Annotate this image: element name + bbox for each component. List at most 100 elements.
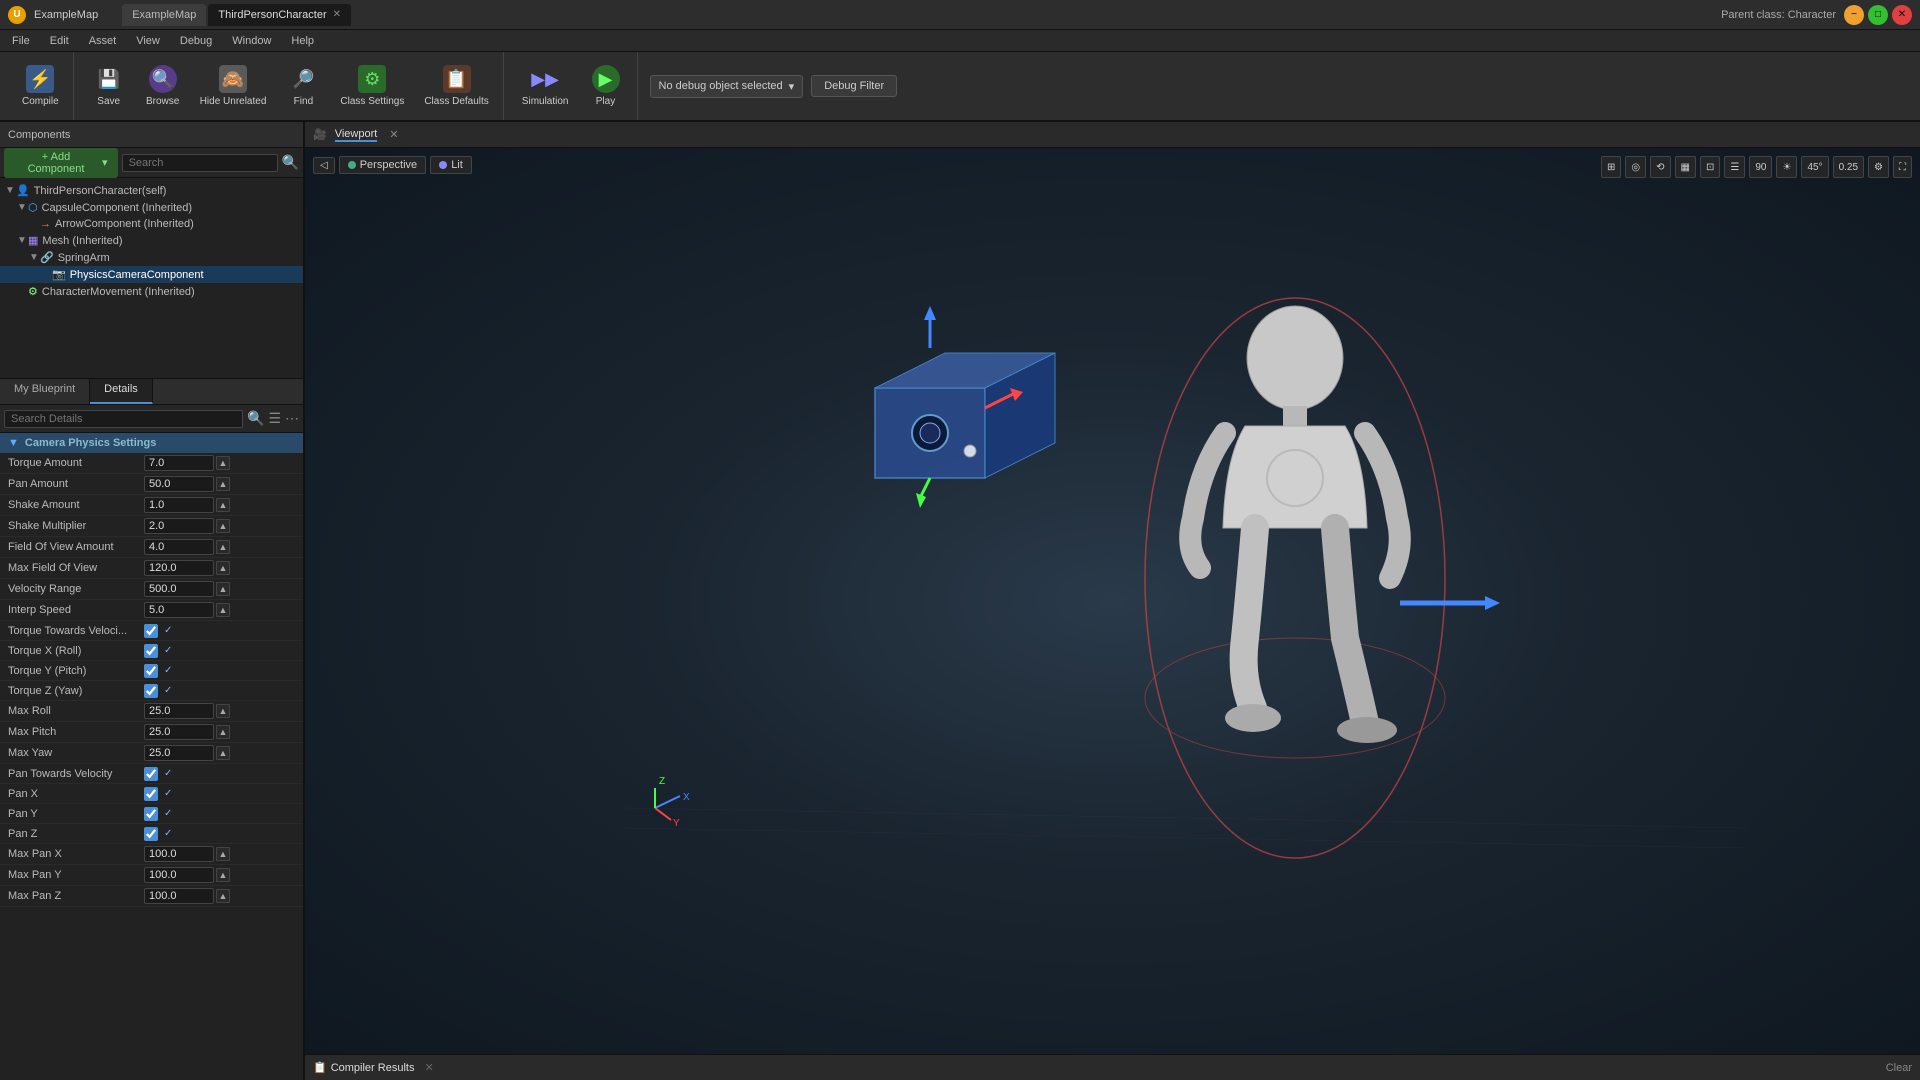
debug-filter-button[interactable]: Debug Filter bbox=[811, 75, 897, 97]
prop-checkbox-11[interactable] bbox=[144, 684, 158, 698]
prop-spin-up-20[interactable]: ▲ bbox=[216, 868, 230, 882]
prop-checkbox-15[interactable] bbox=[144, 767, 158, 781]
prop-row-max-pitch: Max Pitch▲ bbox=[0, 722, 303, 743]
tab-myblueprint[interactable]: My Blueprint bbox=[0, 379, 90, 404]
prop-input-7[interactable] bbox=[144, 602, 214, 618]
class-defaults-button[interactable]: 📋 Class Defaults bbox=[416, 61, 496, 111]
prop-spin-up-5[interactable]: ▲ bbox=[216, 561, 230, 575]
menu-asset[interactable]: Asset bbox=[81, 33, 125, 49]
play-button[interactable]: ▶ Play bbox=[581, 61, 631, 111]
prop-spin-up-13[interactable]: ▲ bbox=[216, 725, 230, 739]
prop-input-2[interactable] bbox=[144, 497, 214, 513]
compiler-close[interactable]: ✕ bbox=[424, 1061, 433, 1074]
component-search-icon[interactable]: 🔍 bbox=[282, 154, 299, 171]
close-button[interactable]: ✕ bbox=[1892, 5, 1912, 25]
prop-input-3[interactable] bbox=[144, 518, 214, 534]
prop-spin-up-2[interactable]: ▲ bbox=[216, 498, 230, 512]
prop-spin-up-12[interactable]: ▲ bbox=[216, 704, 230, 718]
details-search-icon-btn[interactable]: 🔍 bbox=[247, 410, 264, 427]
save-button[interactable]: 💾 Save bbox=[84, 61, 134, 111]
tree-movement-label: CharacterMovement (Inherited) bbox=[42, 286, 195, 298]
prop-row-pan-x: Pan X✓ bbox=[0, 784, 303, 804]
tree-capsule-label: CapsuleComponent (Inherited) bbox=[42, 202, 192, 214]
prop-input-14[interactable] bbox=[144, 745, 214, 761]
details-more-btn[interactable]: ⋯ bbox=[285, 410, 299, 427]
menu-window[interactable]: Window bbox=[224, 33, 279, 49]
tree-item-mesh[interactable]: ▼ ▦ Mesh (Inherited) bbox=[0, 232, 303, 249]
compiler-tab[interactable]: 📋 Compiler Results ✕ bbox=[313, 1061, 434, 1074]
clear-label[interactable]: Clear bbox=[1886, 1062, 1912, 1074]
minimize-button[interactable]: − bbox=[1844, 5, 1864, 25]
tree-item-capsule[interactable]: ▼ ⬡ CapsuleComponent (Inherited) bbox=[0, 199, 303, 216]
prop-spin-up-14[interactable]: ▲ bbox=[216, 746, 230, 760]
prop-input-12[interactable] bbox=[144, 703, 214, 719]
viewport-close-icon[interactable]: ✕ bbox=[389, 128, 398, 141]
save-icon: 💾 bbox=[95, 65, 123, 93]
prop-spin-up-7[interactable]: ▲ bbox=[216, 603, 230, 617]
right-panel: 🎥 Viewport ✕ ◁ Perspective Lit bbox=[305, 122, 1920, 1080]
maximize-button[interactable]: □ bbox=[1868, 5, 1888, 25]
component-search-input[interactable] bbox=[122, 154, 278, 172]
menu-file[interactable]: File bbox=[4, 33, 38, 49]
prop-spin-up-3[interactable]: ▲ bbox=[216, 519, 230, 533]
browse-button[interactable]: 🔍 Browse bbox=[138, 61, 188, 111]
prop-spin-up-0[interactable]: ▲ bbox=[216, 456, 230, 470]
tree-root-label: ThirdPersonCharacter(self) bbox=[34, 185, 167, 197]
prop-spin-up-19[interactable]: ▲ bbox=[216, 847, 230, 861]
tree-item-movement[interactable]: ⚙ CharacterMovement (Inherited) bbox=[0, 283, 303, 300]
prop-row-max-pan-y: Max Pan Y▲ bbox=[0, 865, 303, 886]
prop-checkbox-10[interactable] bbox=[144, 664, 158, 678]
add-component-button[interactable]: + Add Component ▾ bbox=[4, 148, 118, 178]
viewport-tab[interactable]: Viewport bbox=[335, 128, 378, 142]
tree-item-arrow[interactable]: → ArrowComponent (Inherited) bbox=[0, 216, 303, 232]
tab-thirdpersoncharacter[interactable]: ThirdPersonCharacter ✕ bbox=[208, 4, 351, 26]
camera-physics-section-header[interactable]: ▼ Camera Physics Settings bbox=[0, 433, 303, 453]
tab-examplemap[interactable]: ExampleMap bbox=[122, 4, 206, 26]
prop-spin-up-6[interactable]: ▲ bbox=[216, 582, 230, 596]
tab-details[interactable]: Details bbox=[90, 379, 153, 404]
details-search-input[interactable] bbox=[4, 410, 243, 428]
menu-view[interactable]: View bbox=[128, 33, 168, 49]
prop-input-6[interactable] bbox=[144, 581, 214, 597]
prop-input-4[interactable] bbox=[144, 539, 214, 555]
tree-item-root[interactable]: ▼ 👤 ThirdPersonCharacter(self) bbox=[0, 182, 303, 199]
prop-input-5[interactable] bbox=[144, 560, 214, 576]
prop-input-19[interactable] bbox=[144, 846, 214, 862]
prop-input-0[interactable] bbox=[144, 455, 214, 471]
prop-value: ▲ bbox=[144, 560, 299, 576]
prop-input-20[interactable] bbox=[144, 867, 214, 883]
prop-checkbox-9[interactable] bbox=[144, 644, 158, 658]
debug-dropdown[interactable]: No debug object selected ▾ bbox=[650, 75, 804, 98]
prop-spin-up-4[interactable]: ▲ bbox=[216, 540, 230, 554]
hide-unrelated-button[interactable]: 🙈 Hide Unrelated bbox=[192, 61, 275, 111]
compile-button[interactable]: ⚡ Compile bbox=[14, 61, 67, 111]
prop-spin-up-1[interactable]: ▲ bbox=[216, 477, 230, 491]
prop-input-13[interactable] bbox=[144, 724, 214, 740]
app-icon: U bbox=[8, 6, 26, 24]
tree-item-camera[interactable]: 📷 PhysicsCameraComponent bbox=[0, 266, 303, 283]
prop-row-pan-amount: Pan Amount▲ bbox=[0, 474, 303, 495]
prop-checkbox-18[interactable] bbox=[144, 827, 158, 841]
viewport[interactable]: ◁ Perspective Lit ⊞ ◎ ⟲ ▦ ⊡ bbox=[305, 148, 1920, 1054]
debug-dropdown-label: No debug object selected bbox=[659, 80, 783, 92]
prop-value: ✓ bbox=[144, 787, 299, 801]
menu-help[interactable]: Help bbox=[283, 33, 322, 49]
tab-close-icon[interactable]: ✕ bbox=[333, 9, 341, 20]
prop-spin-up-21[interactable]: ▲ bbox=[216, 889, 230, 903]
details-options-btn[interactable]: ☰ bbox=[268, 410, 281, 427]
prop-value: ▲ bbox=[144, 867, 299, 883]
menu-edit[interactable]: Edit bbox=[42, 33, 77, 49]
viewport-header: 🎥 Viewport ✕ bbox=[305, 122, 1920, 148]
prop-checkbox-16[interactable] bbox=[144, 787, 158, 801]
prop-checkbox-17[interactable] bbox=[144, 807, 158, 821]
class-settings-button[interactable]: ⚙ Class Settings bbox=[332, 61, 412, 111]
tree-item-springarm[interactable]: ▼ 🔗 SpringArm bbox=[0, 249, 303, 266]
prop-input-21[interactable] bbox=[144, 888, 214, 904]
prop-input-1[interactable] bbox=[144, 476, 214, 492]
menu-debug[interactable]: Debug bbox=[172, 33, 220, 49]
prop-value: ✓ bbox=[144, 624, 299, 638]
find-button[interactable]: 🔎 Find bbox=[278, 61, 328, 111]
prop-checkbox-8[interactable] bbox=[144, 624, 158, 638]
simulation-button[interactable]: ▶▶ Simulation bbox=[514, 61, 577, 111]
debug-dropdown-icon: ▾ bbox=[789, 80, 795, 93]
